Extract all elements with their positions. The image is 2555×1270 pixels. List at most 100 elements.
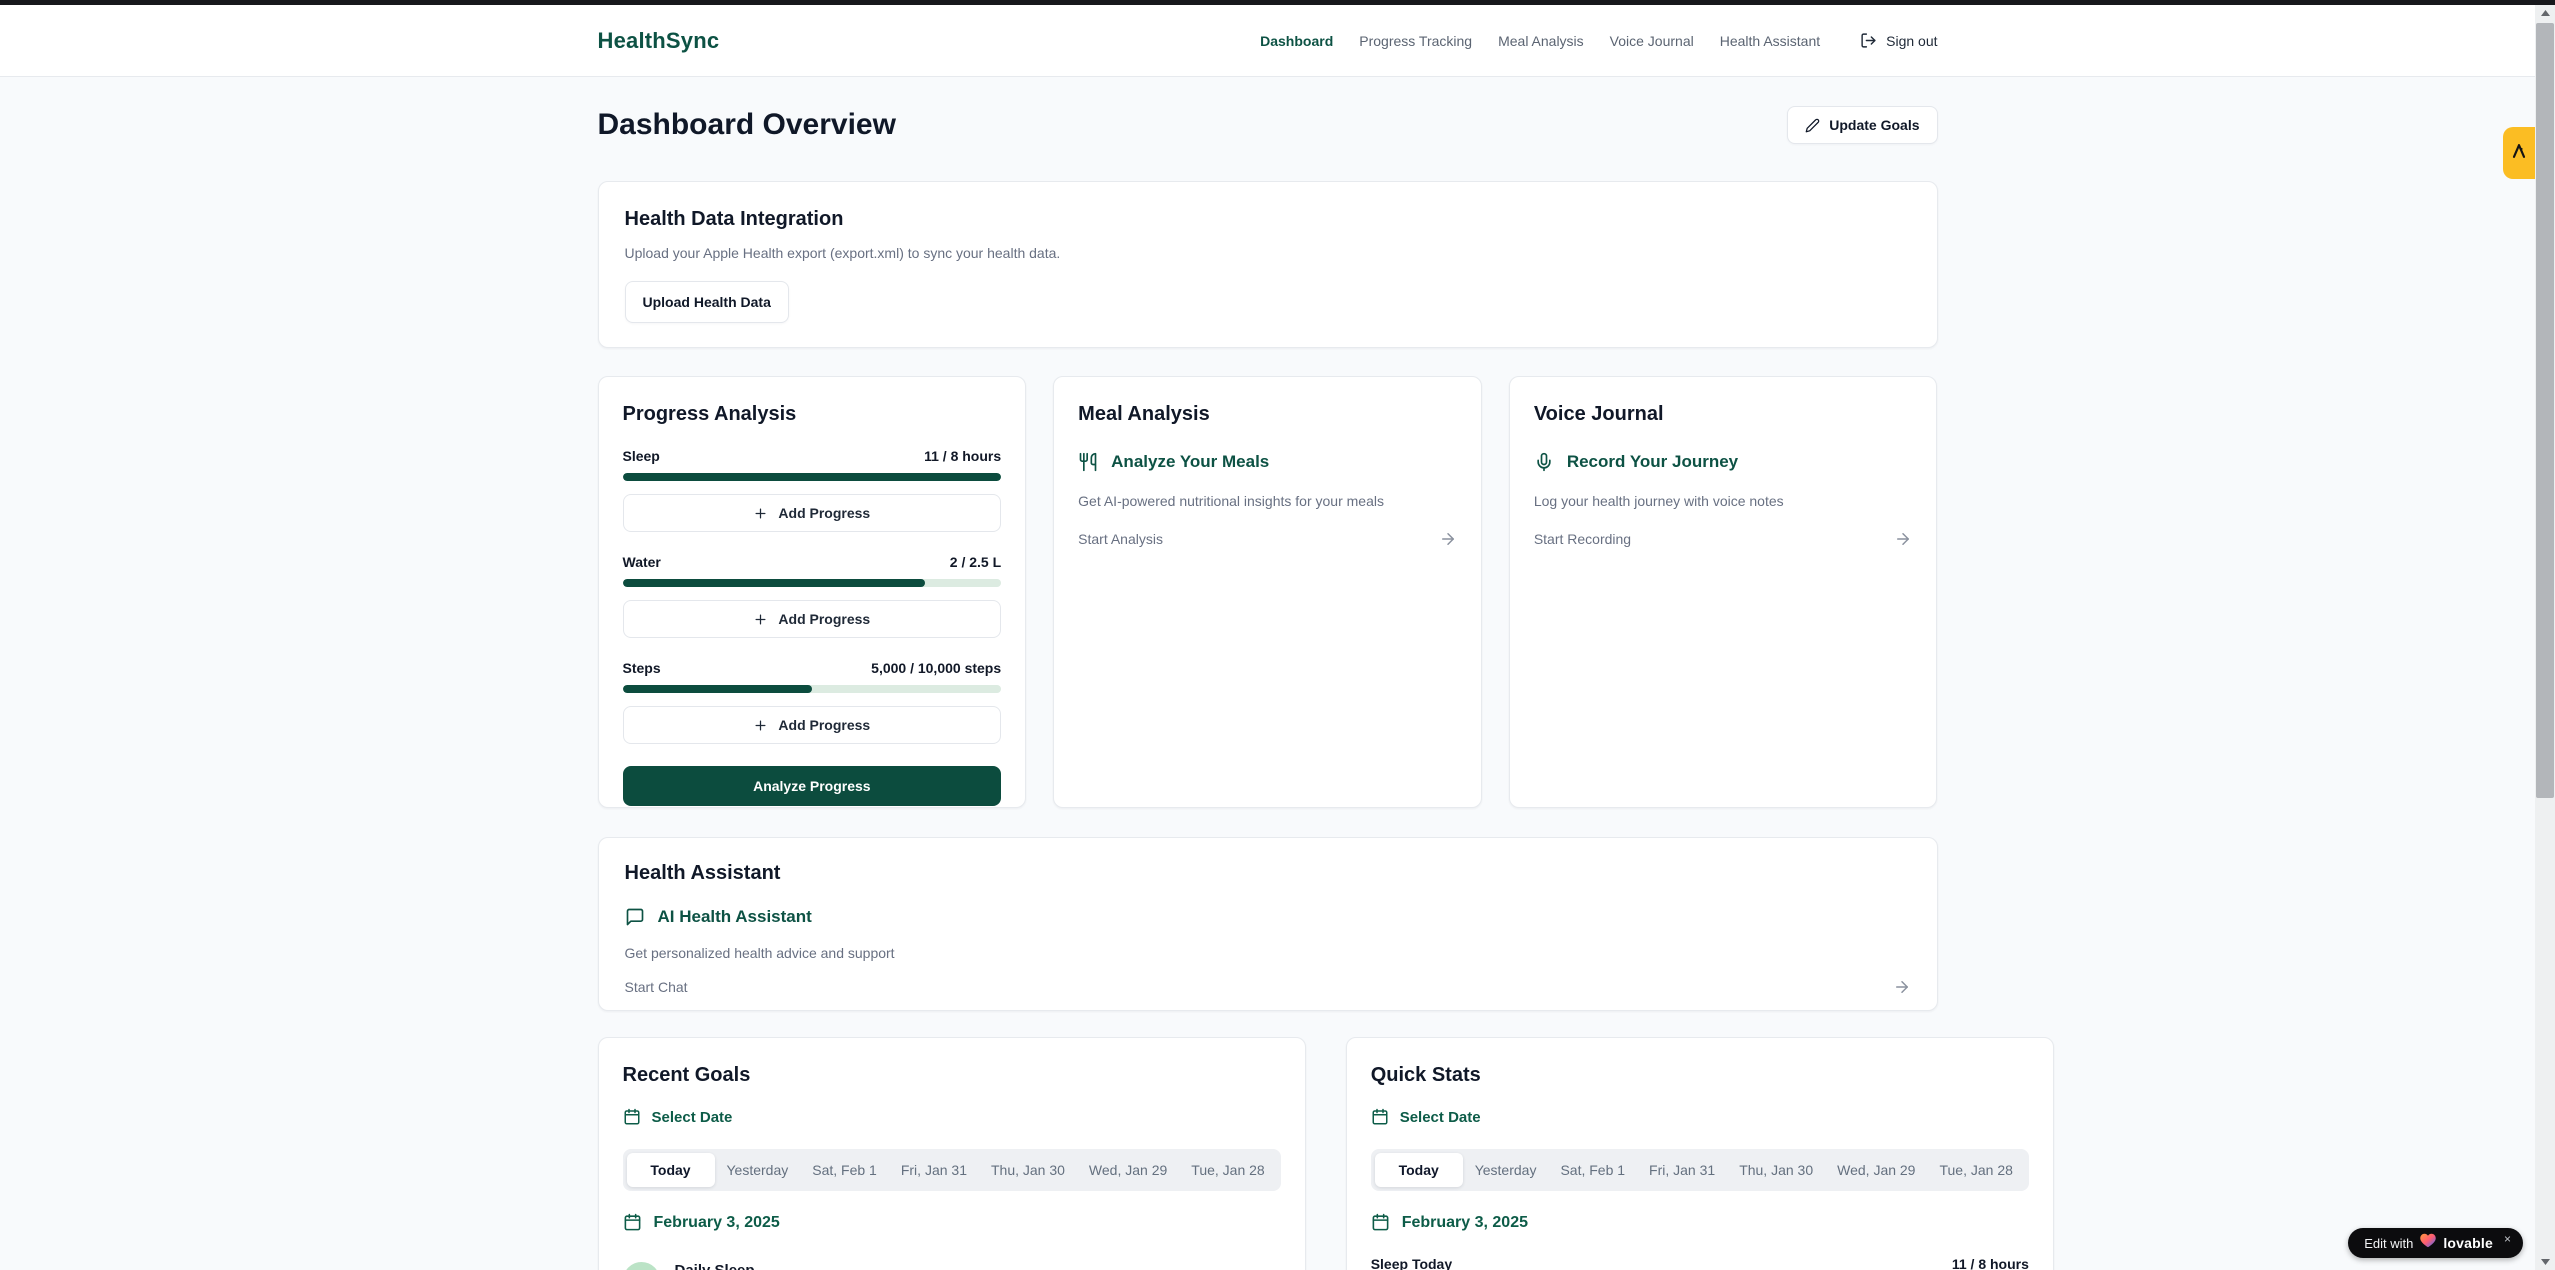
calendar-icon xyxy=(623,1213,642,1232)
progress-card-title: Progress Analysis xyxy=(623,403,1002,426)
recent-goals-selected-date: February 3, 2025 xyxy=(623,1213,1281,1232)
brand-logo: HealthSync xyxy=(598,28,720,54)
voice-card-heading[interactable]: Record Your Journey xyxy=(1567,452,1738,472)
arrow-right-icon xyxy=(1894,530,1912,548)
integration-card-description: Upload your Apple Health export (export.… xyxy=(625,245,1911,261)
quick-stats-date-tabs: Today Yesterday Sat, Feb 1 Fri, Jan 31 T… xyxy=(1371,1149,2029,1191)
scrollbar-thumb[interactable] xyxy=(2536,23,2554,798)
scroll-down-arrow-icon[interactable] xyxy=(2535,1254,2555,1270)
date-tab-tue-jan-28[interactable]: Tue, Jan 28 xyxy=(1179,1153,1276,1187)
quick-stats-select-date-button[interactable]: Select Date xyxy=(1371,1108,2029,1126)
date-tab-fri-jan-31[interactable]: Fri, Jan 31 xyxy=(1637,1153,1727,1187)
window-top-edge xyxy=(0,0,2555,5)
sleep-value: 11 / 8 hours xyxy=(924,448,1001,464)
meal-analysis-card: Meal Analysis Analyze Your Meals Get AI-… xyxy=(1053,376,1482,808)
health-data-integration-card: Health Data Integration Upload your Appl… xyxy=(598,181,1938,348)
sleep-label: Sleep xyxy=(623,448,660,464)
heart-gradient-icon xyxy=(2420,1233,2436,1253)
quick-stats-selected-date: February 3, 2025 xyxy=(1371,1213,2029,1232)
date-tab-today[interactable]: Today xyxy=(1375,1153,1463,1187)
water-metric: Water 2 / 2.5 L Add Progress xyxy=(623,554,1002,638)
date-tab-sat-feb-1[interactable]: Sat, Feb 1 xyxy=(800,1153,889,1187)
water-add-progress-button[interactable]: Add Progress xyxy=(623,600,1002,638)
nav-meal-analysis[interactable]: Meal Analysis xyxy=(1498,33,1584,49)
date-tab-yesterday[interactable]: Yesterday xyxy=(715,1153,801,1187)
chat-bubble-icon xyxy=(625,907,645,927)
upload-health-data-button[interactable]: Upload Health Data xyxy=(625,281,789,323)
arrow-right-icon xyxy=(1893,978,1911,996)
date-tab-wed-jan-29[interactable]: Wed, Jan 29 xyxy=(1077,1153,1179,1187)
nav-health-assistant[interactable]: Health Assistant xyxy=(1720,33,1820,49)
plus-icon xyxy=(753,718,768,733)
nav-voice-journal[interactable]: Voice Journal xyxy=(1610,33,1694,49)
analyze-progress-button[interactable]: Analyze Progress xyxy=(623,766,1002,806)
scroll-up-arrow-icon[interactable] xyxy=(2535,5,2555,21)
date-tab-wed-jan-29[interactable]: Wed, Jan 29 xyxy=(1825,1153,1927,1187)
date-tab-sat-feb-1[interactable]: Sat, Feb 1 xyxy=(1548,1153,1637,1187)
sign-out-label: Sign out xyxy=(1886,33,1937,49)
steps-progress-bar xyxy=(623,685,1002,693)
sleep-add-progress-button[interactable]: Add Progress xyxy=(623,494,1002,532)
sign-out-button[interactable]: Sign out xyxy=(1860,32,1937,49)
calendar-icon xyxy=(623,1108,641,1126)
recent-goals-select-date-button[interactable]: Select Date xyxy=(623,1108,1281,1126)
date-tab-thu-jan-30[interactable]: Thu, Jan 30 xyxy=(979,1153,1077,1187)
date-tab-fri-jan-31[interactable]: Fri, Jan 31 xyxy=(889,1153,979,1187)
page-title: Dashboard Overview xyxy=(598,108,896,142)
app-viewport: HealthSync Dashboard Progress Tracking M… xyxy=(0,5,2535,1270)
recent-goals-date-tabs: Today Yesterday Sat, Feb 1 Fri, Jan 31 T… xyxy=(623,1149,1281,1191)
main-nav: Dashboard Progress Tracking Meal Analysi… xyxy=(1260,32,1937,49)
nav-dashboard[interactable]: Dashboard xyxy=(1260,33,1333,49)
plus-icon xyxy=(753,506,768,521)
health-assistant-card: Health Assistant AI Health Assistant Get… xyxy=(598,837,1938,1011)
water-progress-bar xyxy=(623,579,1002,587)
assistant-card-description: Get personalized health advice and suppo… xyxy=(625,945,1911,961)
utensils-icon xyxy=(1078,452,1098,472)
start-analysis-link[interactable]: Start Analysis xyxy=(1078,530,1457,548)
log-out-icon xyxy=(1860,32,1877,49)
goal-name: Daily Sleep xyxy=(675,1262,755,1270)
date-tab-thu-jan-30[interactable]: Thu, Jan 30 xyxy=(1727,1153,1825,1187)
app-header: HealthSync Dashboard Progress Tracking M… xyxy=(0,5,2535,77)
assistant-card-title: Health Assistant xyxy=(625,862,1911,885)
lovable-side-tab[interactable] xyxy=(2503,127,2535,179)
progress-analysis-card: Progress Analysis Sleep 11 / 8 hours Add… xyxy=(598,376,1027,808)
goal-list-item: Daily Sleep 11 / 8 hours xyxy=(623,1262,1281,1270)
nav-progress-tracking[interactable]: Progress Tracking xyxy=(1359,33,1472,49)
plus-icon xyxy=(753,612,768,627)
meal-card-description: Get AI-powered nutritional insights for … xyxy=(1078,493,1457,509)
pencil-icon xyxy=(1805,118,1820,133)
sleep-progress-bar xyxy=(623,473,1002,481)
calendar-icon xyxy=(1371,1108,1389,1126)
date-tab-tue-jan-28[interactable]: Tue, Jan 28 xyxy=(1927,1153,2024,1187)
recent-goals-card: Recent Goals Select Date Today Yesterday… xyxy=(598,1037,1306,1270)
vertical-scrollbar[interactable] xyxy=(2535,5,2555,1270)
calendar-icon xyxy=(1371,1213,1390,1232)
start-recording-link[interactable]: Start Recording xyxy=(1534,530,1913,548)
voice-card-title: Voice Journal xyxy=(1534,403,1913,426)
arrow-right-icon xyxy=(1439,530,1457,548)
edit-with-lovable-badge[interactable]: Edit with lovable × xyxy=(2348,1228,2523,1258)
sleep-metric: Sleep 11 / 8 hours Add Progress xyxy=(623,448,1002,532)
meal-card-heading[interactable]: Analyze Your Meals xyxy=(1111,452,1269,472)
sleep-today-value: 11 / 8 hours xyxy=(1952,1256,2029,1270)
start-chat-link[interactable]: Start Chat xyxy=(625,978,1911,996)
lovable-logo-icon xyxy=(2509,141,2529,166)
water-value: 2 / 2.5 L xyxy=(950,554,1001,570)
steps-add-progress-button[interactable]: Add Progress xyxy=(623,706,1002,744)
date-tab-today[interactable]: Today xyxy=(627,1153,715,1187)
water-label: Water xyxy=(623,554,661,570)
badge-close-icon[interactable]: × xyxy=(2504,1232,2511,1246)
assistant-card-heading[interactable]: AI Health Assistant xyxy=(658,907,812,927)
microphone-icon xyxy=(1534,452,1554,472)
quick-stats-title: Quick Stats xyxy=(1371,1064,2029,1087)
date-tab-yesterday[interactable]: Yesterday xyxy=(1463,1153,1549,1187)
steps-value: 5,000 / 10,000 steps xyxy=(871,660,1001,676)
goal-completed-check-icon xyxy=(623,1262,660,1270)
voice-card-description: Log your health journey with voice notes xyxy=(1534,493,1913,509)
integration-card-title: Health Data Integration xyxy=(625,208,1911,231)
update-goals-button[interactable]: Update Goals xyxy=(1787,106,1937,144)
steps-metric: Steps 5,000 / 10,000 steps Add Progress xyxy=(623,660,1002,744)
meal-card-title: Meal Analysis xyxy=(1078,403,1457,426)
recent-goals-title: Recent Goals xyxy=(623,1064,1281,1087)
